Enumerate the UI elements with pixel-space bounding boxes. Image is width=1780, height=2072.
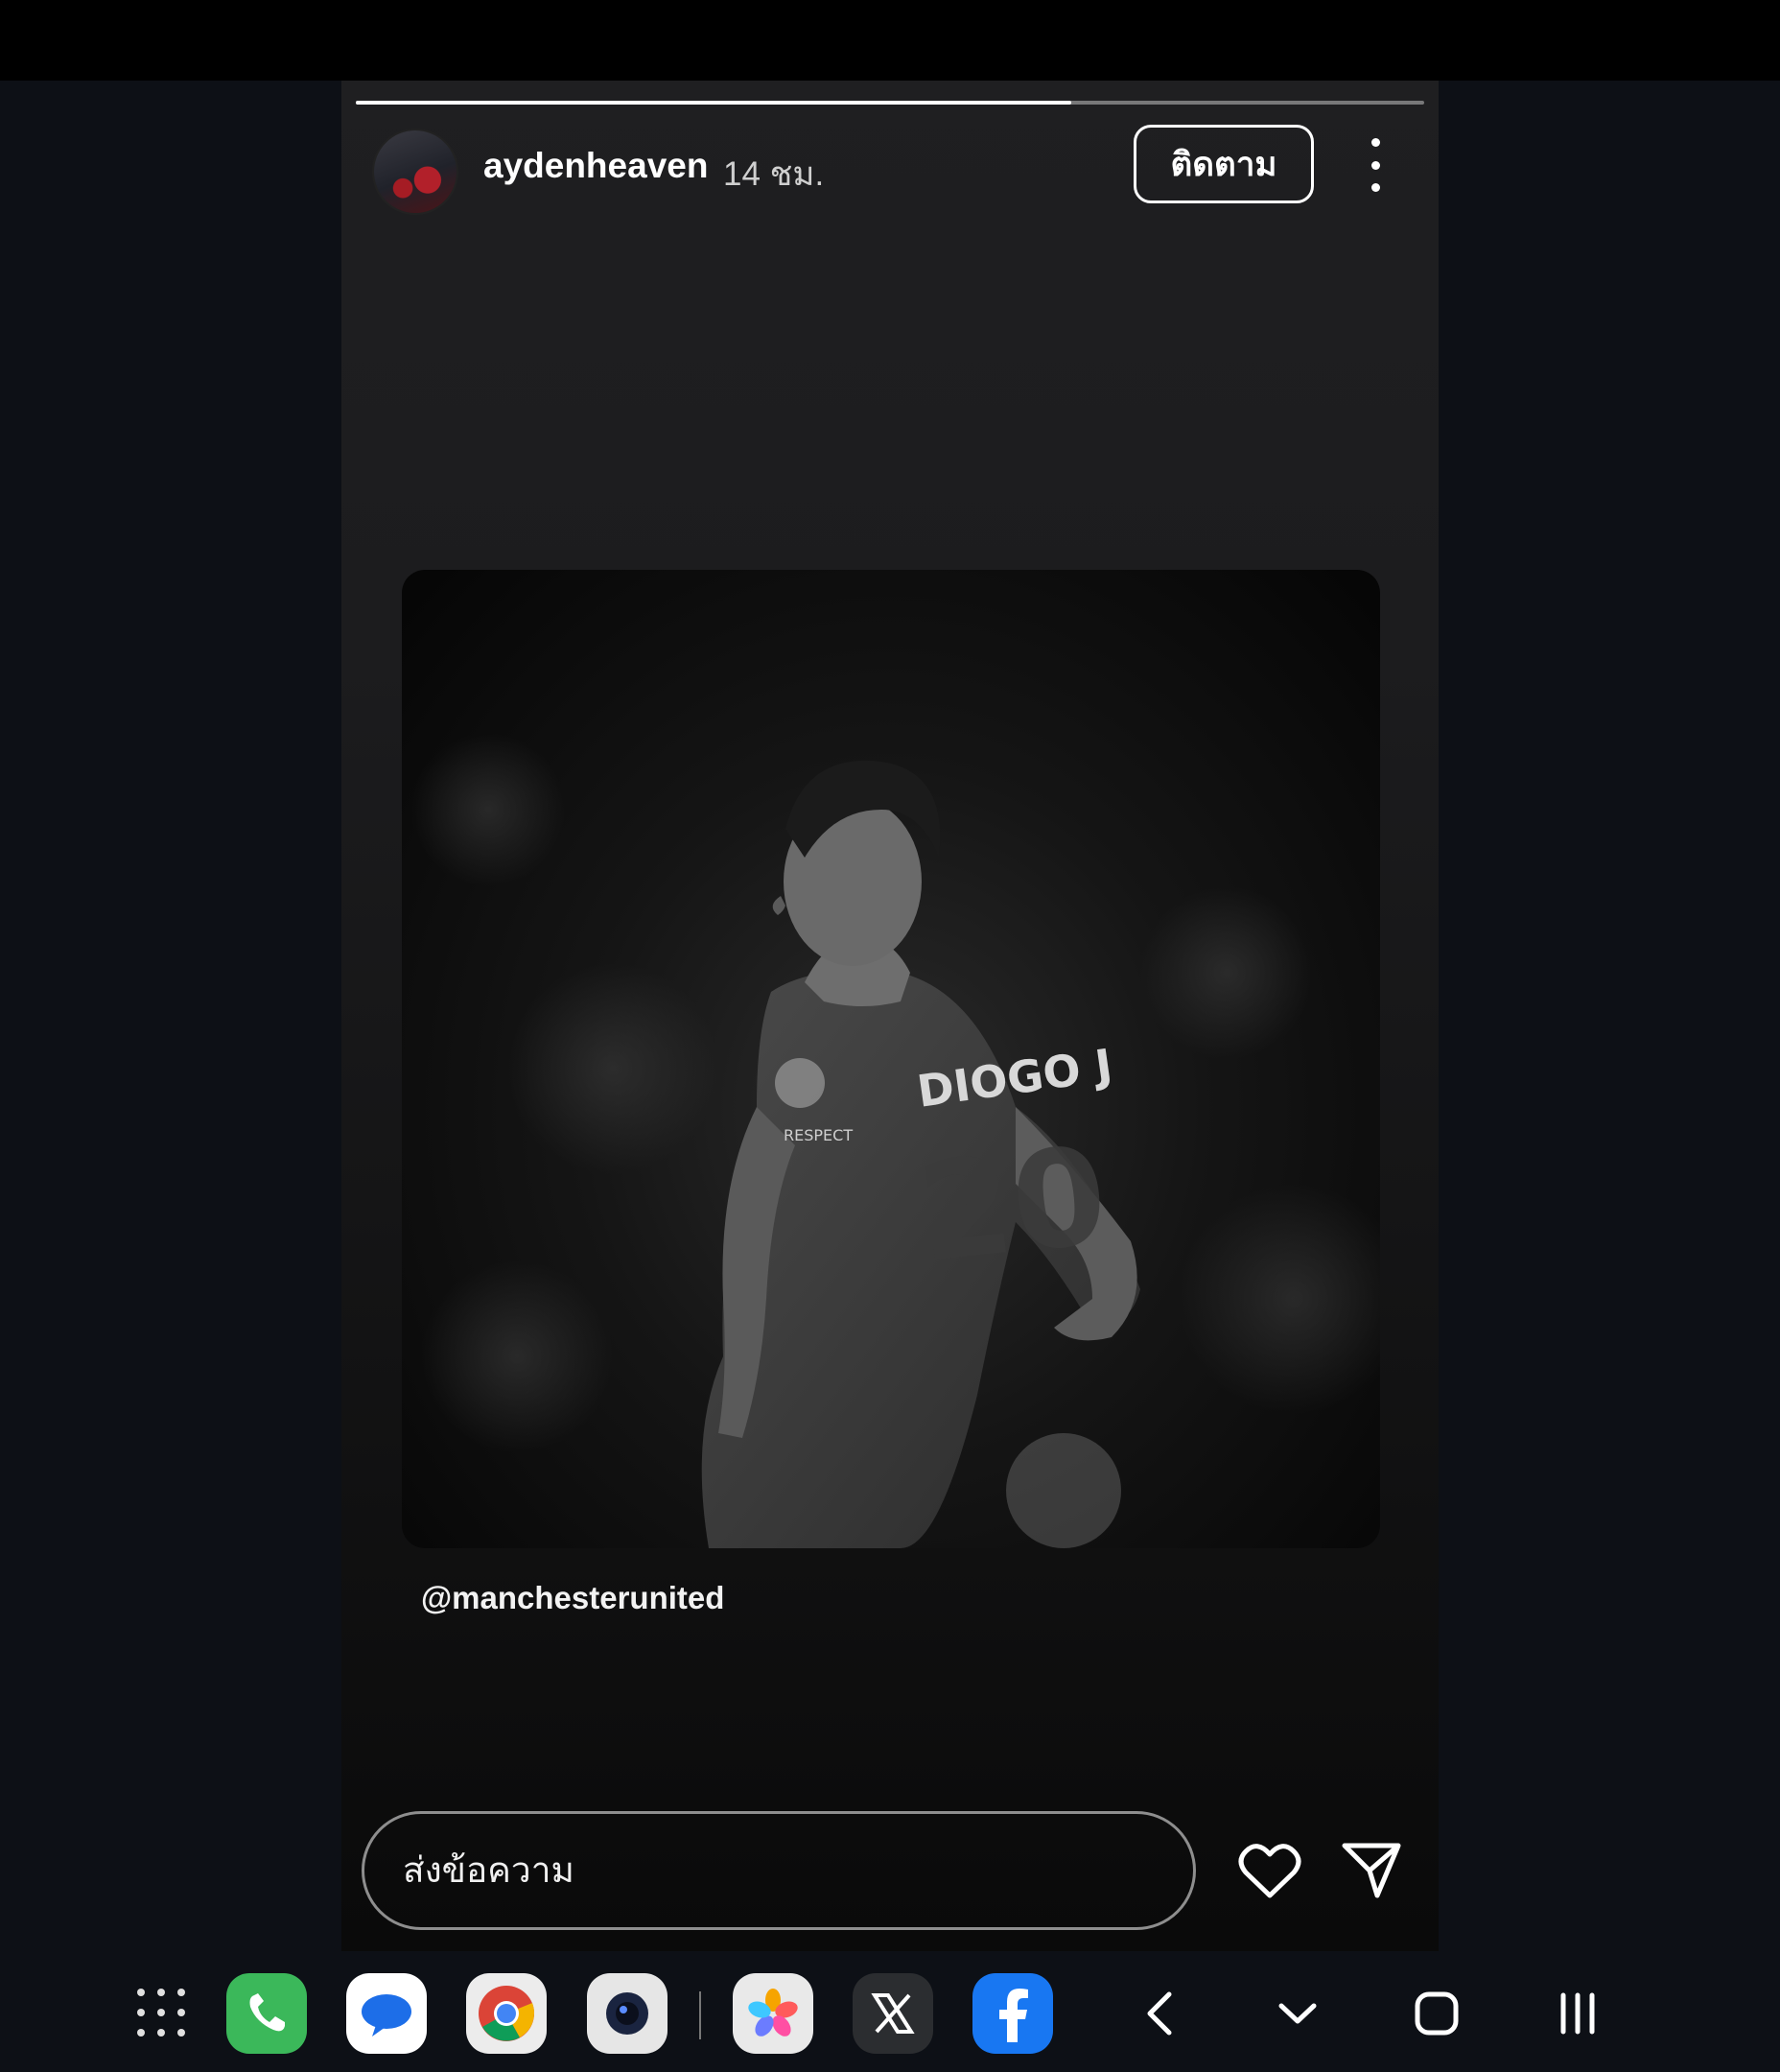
messages-icon[interactable] [346, 1973, 427, 2054]
story-progress-fill [356, 101, 1072, 105]
back-icon[interactable] [1126, 1980, 1193, 2047]
apps-grid-icon[interactable] [134, 1986, 188, 2039]
status-bar [0, 0, 1780, 81]
jersey-number: 20 [912, 1118, 1114, 1292]
more-options-icon[interactable] [1356, 138, 1394, 192]
sleeve-badge-text: RESPECT [784, 1126, 853, 1144]
player-photo-illustration: RESPECT DIOGO J 20 [411, 733, 1380, 1548]
chrome-icon[interactable] [466, 1973, 547, 2054]
like-heart-icon[interactable] [1233, 1834, 1306, 1907]
story-viewer[interactable]: aydenheaven 14 ชม. ติดตาม RESPECT DIOGO … [341, 81, 1439, 1951]
story-timestamp: 14 ชม. [723, 155, 825, 193]
phone-icon[interactable] [226, 1973, 307, 2054]
mention-link[interactable]: @manchesterunited [421, 1580, 724, 1616]
reply-message-input[interactable] [362, 1811, 1196, 1930]
home-icon[interactable] [1403, 1980, 1470, 2047]
gallery-icon[interactable] [733, 1973, 813, 2054]
avatar[interactable] [372, 129, 458, 215]
recents-icon[interactable] [1544, 1980, 1611, 2047]
story-progress-track [356, 101, 1424, 105]
send-icon[interactable] [1335, 1834, 1408, 1907]
x-icon[interactable] [853, 1973, 933, 2054]
dock-divider [699, 1991, 701, 2039]
follow-button[interactable]: ติดตาม [1134, 125, 1314, 203]
username[interactable]: aydenheaven [483, 146, 708, 186]
collapse-icon[interactable] [1264, 1980, 1331, 2047]
camera-icon[interactable] [587, 1973, 668, 2054]
story-photo: RESPECT DIOGO J 20 [402, 570, 1380, 1548]
taskbar [0, 1951, 1780, 2072]
facebook-icon[interactable] [972, 1973, 1053, 2054]
